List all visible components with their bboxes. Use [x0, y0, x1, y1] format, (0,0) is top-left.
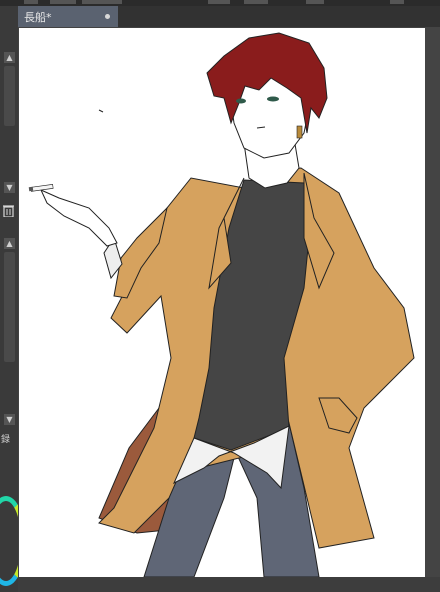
- chevron-down-icon[interactable]: ▼: [4, 414, 15, 425]
- chevron-up-icon[interactable]: ▲: [4, 52, 15, 63]
- toolbar-button[interactable]: [50, 0, 76, 4]
- toolbar-button[interactable]: [244, 0, 268, 4]
- document-tab[interactable]: 長船*: [18, 6, 118, 27]
- tab-bar: [118, 6, 440, 27]
- chevron-up-icon[interactable]: ▲: [4, 238, 15, 249]
- panel-scrollbar[interactable]: [4, 66, 15, 126]
- document-tab-title: 長船*: [24, 11, 52, 24]
- canvas-bottom-edge: [18, 577, 440, 592]
- toolbar-button[interactable]: [306, 0, 324, 4]
- illustration: [28, 32, 415, 577]
- chevron-down-icon[interactable]: ▼: [4, 182, 15, 193]
- toolbar-button[interactable]: [82, 0, 122, 4]
- drawing-canvas[interactable]: [19, 28, 425, 577]
- toolbar-button[interactable]: [390, 0, 404, 4]
- panel-label: 録: [1, 435, 11, 445]
- toolbar-button[interactable]: [208, 0, 230, 4]
- unsaved-indicator: [105, 14, 110, 19]
- toolbar-button[interactable]: [24, 0, 38, 4]
- canvas-right-edge: [425, 27, 440, 592]
- trash-icon[interactable]: [2, 204, 15, 218]
- panel-scrollbar[interactable]: [4, 252, 15, 362]
